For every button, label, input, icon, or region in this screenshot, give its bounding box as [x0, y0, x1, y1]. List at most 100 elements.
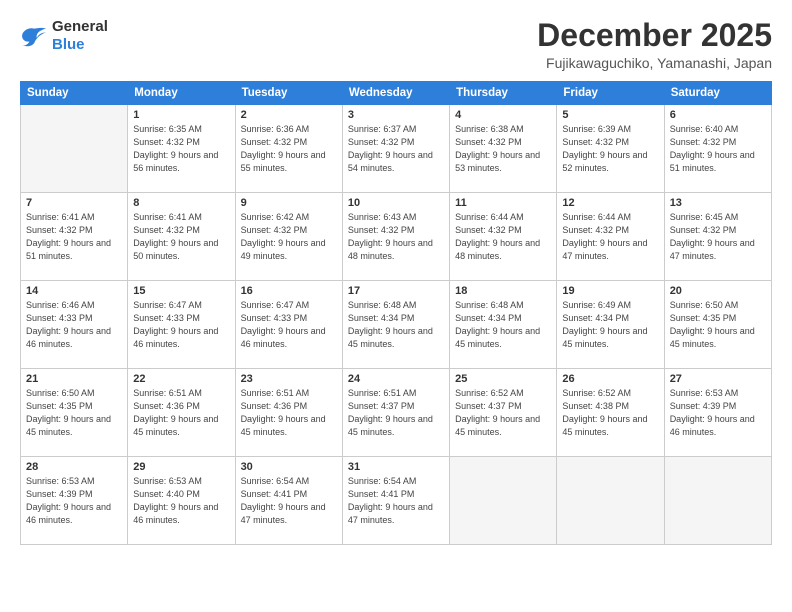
day-info: Sunrise: 6:50 AM Sunset: 4:35 PM Dayligh…: [26, 387, 122, 439]
calendar-cell: 15Sunrise: 6:47 AM Sunset: 4:33 PM Dayli…: [128, 281, 235, 369]
day-number: 5: [562, 109, 658, 121]
day-number: 24: [348, 373, 444, 385]
calendar-cell: [21, 105, 128, 193]
day-number: 11: [455, 197, 551, 209]
calendar-week-4: 28Sunrise: 6:53 AM Sunset: 4:39 PM Dayli…: [21, 457, 772, 545]
day-info: Sunrise: 6:41 AM Sunset: 4:32 PM Dayligh…: [133, 211, 229, 263]
calendar-cell: 7 Sunrise: 6:41 AM Sunset: 4:32 PM Daylig…: [21, 193, 128, 281]
day-number: 3: [348, 109, 444, 121]
calendar-cell: 16 Sunrise: 6:47 AM Sunset: 4:33 PM Dayli…: [235, 281, 342, 369]
day-info: Sunrise: 6:52 AM Sunset: 4:37 PM Dayligh…: [455, 387, 551, 439]
weekday-header-row: Sunday Monday Tuesday Wednesday Thursday…: [21, 82, 772, 105]
day-number: 14: [26, 285, 122, 297]
day-info: Sunrise: 6:53 AM Sunset: 4:39 PM Dayligh…: [670, 387, 766, 439]
logo-general: General: [52, 18, 108, 35]
calendar-cell: [450, 457, 557, 545]
header-friday: Friday: [557, 82, 664, 105]
calendar-cell: 13 Sunrise: 6:45 AM Sunset: 4:32 PM Dayli…: [664, 193, 771, 281]
page: General Blue December 2025 Fujikawaguchi…: [0, 0, 792, 612]
day-number: 13: [670, 197, 766, 209]
calendar-cell: 28Sunrise: 6:53 AM Sunset: 4:39 PM Dayli…: [21, 457, 128, 545]
day-number: 23: [241, 373, 337, 385]
calendar-cell: 18Sunrise: 6:48 AM Sunset: 4:34 PM Dayli…: [450, 281, 557, 369]
day-info: Sunrise: 6:35 AM Sunset: 4:32 PM Dayligh…: [133, 123, 229, 175]
day-info: Sunrise: 6:41 AM Sunset: 4:32 PM Dayligh…: [26, 211, 122, 263]
day-number: 15: [133, 285, 229, 297]
calendar-cell: [664, 457, 771, 545]
logo-text: General Blue: [52, 18, 108, 54]
calendar-week-3: 21 Sunrise: 6:50 AM Sunset: 4:35 PM Dayli…: [21, 369, 772, 457]
day-info: Sunrise: 6:44 AM Sunset: 4:32 PM Dayligh…: [455, 211, 551, 263]
day-info: Sunrise: 6:51 AM Sunset: 4:37 PM Dayligh…: [348, 387, 444, 439]
day-number: 21: [26, 373, 122, 385]
header: General Blue December 2025 Fujikawaguchi…: [20, 18, 772, 71]
calendar-subtitle: Fujikawaguchiko, Yamanashi, Japan: [537, 55, 772, 71]
logo-bird-icon: [20, 25, 48, 47]
calendar-week-2: 14 Sunrise: 6:46 AM Sunset: 4:33 PM Dayli…: [21, 281, 772, 369]
title-block: December 2025 Fujikawaguchiko, Yamanashi…: [537, 18, 772, 71]
day-info: Sunrise: 6:46 AM Sunset: 4:33 PM Dayligh…: [26, 299, 122, 351]
day-info: Sunrise: 6:47 AM Sunset: 4:33 PM Dayligh…: [241, 299, 337, 351]
day-info: Sunrise: 6:43 AM Sunset: 4:32 PM Dayligh…: [348, 211, 444, 263]
calendar-cell: 23 Sunrise: 6:51 AM Sunset: 4:36 PM Dayli…: [235, 369, 342, 457]
day-number: 29: [133, 461, 229, 473]
calendar-cell: [557, 457, 664, 545]
logo: General Blue: [20, 18, 108, 54]
day-info: Sunrise: 6:50 AM Sunset: 4:35 PM Dayligh…: [670, 299, 766, 351]
day-info: Sunrise: 6:54 AM Sunset: 4:41 PM Dayligh…: [241, 475, 337, 527]
calendar-cell: 4Sunrise: 6:38 AM Sunset: 4:32 PM Daylig…: [450, 105, 557, 193]
day-number: 26: [562, 373, 658, 385]
calendar-cell: 31Sunrise: 6:54 AM Sunset: 4:41 PM Dayli…: [342, 457, 449, 545]
calendar-cell: 17 Sunrise: 6:48 AM Sunset: 4:34 PM Dayli…: [342, 281, 449, 369]
logo-blue: Blue: [52, 36, 85, 53]
day-number: 25: [455, 373, 551, 385]
day-number: 30: [241, 461, 337, 473]
calendar-cell: 10 Sunrise: 6:43 AM Sunset: 4:32 PM Dayli…: [342, 193, 449, 281]
calendar-cell: 27 Sunrise: 6:53 AM Sunset: 4:39 PM Dayli…: [664, 369, 771, 457]
calendar-cell: 24 Sunrise: 6:51 AM Sunset: 4:37 PM Dayli…: [342, 369, 449, 457]
day-info: Sunrise: 6:51 AM Sunset: 4:36 PM Dayligh…: [241, 387, 337, 439]
day-number: 28: [26, 461, 122, 473]
day-number: 9: [241, 197, 337, 209]
day-number: 6: [670, 109, 766, 121]
calendar-cell: 29Sunrise: 6:53 AM Sunset: 4:40 PM Dayli…: [128, 457, 235, 545]
calendar-cell: 22 Sunrise: 6:51 AM Sunset: 4:36 PM Dayli…: [128, 369, 235, 457]
day-info: Sunrise: 6:39 AM Sunset: 4:32 PM Dayligh…: [562, 123, 658, 175]
calendar-cell: 1 Sunrise: 6:35 AM Sunset: 4:32 PM Daylig…: [128, 105, 235, 193]
day-number: 31: [348, 461, 444, 473]
calendar-cell: 9Sunrise: 6:42 AM Sunset: 4:32 PM Daylig…: [235, 193, 342, 281]
header-tuesday: Tuesday: [235, 82, 342, 105]
day-number: 7: [26, 197, 122, 209]
calendar-cell: 26Sunrise: 6:52 AM Sunset: 4:38 PM Dayli…: [557, 369, 664, 457]
day-info: Sunrise: 6:48 AM Sunset: 4:34 PM Dayligh…: [348, 299, 444, 351]
calendar-cell: 12Sunrise: 6:44 AM Sunset: 4:32 PM Dayli…: [557, 193, 664, 281]
day-info: Sunrise: 6:38 AM Sunset: 4:32 PM Dayligh…: [455, 123, 551, 175]
calendar-cell: 6Sunrise: 6:40 AM Sunset: 4:32 PM Daylig…: [664, 105, 771, 193]
calendar-title: December 2025: [537, 18, 772, 53]
calendar-table: Sunday Monday Tuesday Wednesday Thursday…: [20, 81, 772, 545]
calendar-cell: 5 Sunrise: 6:39 AM Sunset: 4:32 PM Daylig…: [557, 105, 664, 193]
calendar-cell: 14 Sunrise: 6:46 AM Sunset: 4:33 PM Dayli…: [21, 281, 128, 369]
day-info: Sunrise: 6:36 AM Sunset: 4:32 PM Dayligh…: [241, 123, 337, 175]
day-number: 22: [133, 373, 229, 385]
day-info: Sunrise: 6:45 AM Sunset: 4:32 PM Dayligh…: [670, 211, 766, 263]
calendar-cell: 11 Sunrise: 6:44 AM Sunset: 4:32 PM Dayli…: [450, 193, 557, 281]
calendar-cell: 2Sunrise: 6:36 AM Sunset: 4:32 PM Daylig…: [235, 105, 342, 193]
day-number: 12: [562, 197, 658, 209]
day-number: 18: [455, 285, 551, 297]
day-number: 1: [133, 109, 229, 121]
calendar-cell: 21 Sunrise: 6:50 AM Sunset: 4:35 PM Dayli…: [21, 369, 128, 457]
calendar-body: 1 Sunrise: 6:35 AM Sunset: 4:32 PM Daylig…: [21, 105, 772, 545]
day-info: Sunrise: 6:37 AM Sunset: 4:32 PM Dayligh…: [348, 123, 444, 175]
day-number: 17: [348, 285, 444, 297]
calendar-cell: 20Sunrise: 6:50 AM Sunset: 4:35 PM Dayli…: [664, 281, 771, 369]
day-number: 16: [241, 285, 337, 297]
header-thursday: Thursday: [450, 82, 557, 105]
day-info: Sunrise: 6:51 AM Sunset: 4:36 PM Dayligh…: [133, 387, 229, 439]
header-sunday: Sunday: [21, 82, 128, 105]
day-info: Sunrise: 6:49 AM Sunset: 4:34 PM Dayligh…: [562, 299, 658, 351]
day-number: 10: [348, 197, 444, 209]
calendar-week-0: 1 Sunrise: 6:35 AM Sunset: 4:32 PM Daylig…: [21, 105, 772, 193]
calendar-week-1: 7 Sunrise: 6:41 AM Sunset: 4:32 PM Daylig…: [21, 193, 772, 281]
day-number: 27: [670, 373, 766, 385]
